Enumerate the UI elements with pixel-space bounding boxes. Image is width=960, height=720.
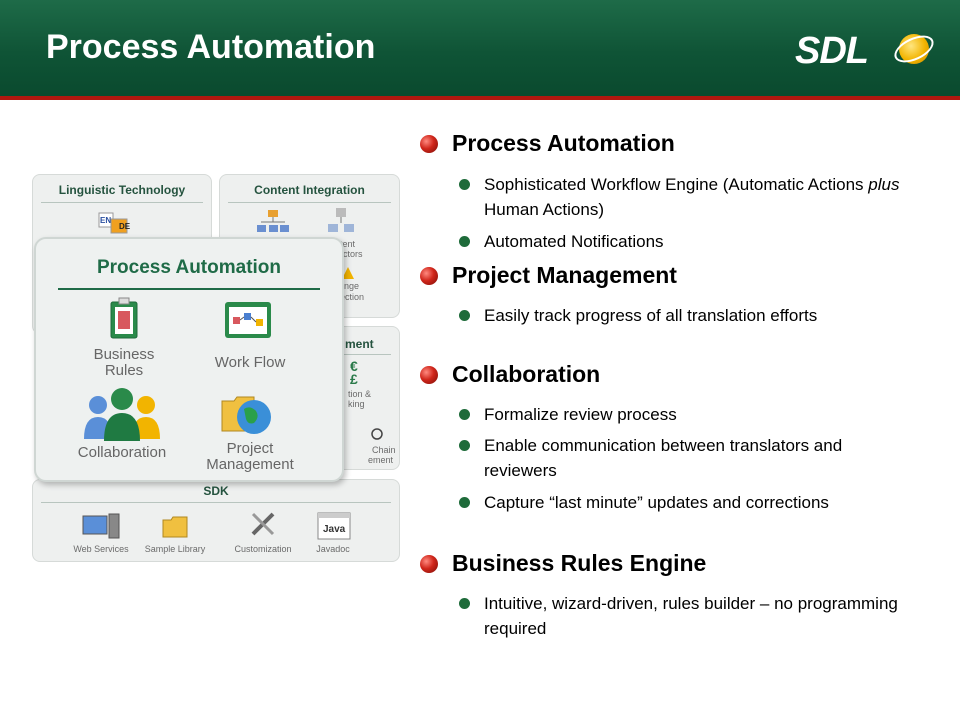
list-item: Sophisticated Workflow Engine (Automatic… — [459, 172, 914, 222]
sdk-panel: SDK Web Services Sample Library Customiz… — [32, 479, 400, 562]
green-bullet-icon — [459, 598, 470, 609]
sdk-item-label: Customization — [234, 544, 292, 554]
list-item: Formalize review process — [459, 402, 914, 427]
chain-label-1: Chain — [372, 445, 396, 455]
green-bullet-icon — [459, 236, 470, 247]
list-item-text: Easily track progress of all translation… — [484, 306, 818, 325]
sdk-item-label: Javadoc — [316, 544, 350, 554]
management-label-2: king — [348, 399, 365, 409]
work-flow-label: Work Flow — [214, 354, 286, 371]
pound-symbol: £ — [350, 371, 358, 387]
web-services-icon — [82, 513, 120, 539]
panel-title: SDK — [203, 484, 229, 498]
section-heading: Process Automation — [420, 130, 675, 157]
list-item-text: Automated Notifications — [484, 232, 664, 251]
collaboration-people-icon — [84, 388, 160, 441]
section-heading: Business Rules Engine — [420, 550, 706, 577]
section-title: Collaboration — [452, 361, 601, 387]
sdl-logo: SDL — [795, 30, 938, 72]
javadoc-icon: Java — [317, 512, 351, 540]
red-bullet-icon — [420, 266, 438, 285]
panel-title: Content Integration — [254, 183, 365, 197]
tools-icon — [251, 512, 275, 536]
divider — [58, 288, 320, 290]
list-item: Easily track progress of all translation… — [459, 303, 914, 328]
panel-title: Linguistic Technology — [58, 183, 186, 197]
section-title: Project Management — [452, 262, 677, 288]
red-bullet-icon — [420, 365, 438, 384]
page-title: Process Automation — [46, 28, 376, 66]
green-bullet-icon — [459, 409, 470, 420]
header-bar: Process Automation SDL — [0, 0, 960, 100]
list-item-text: Capture “last minute” updates and correc… — [484, 493, 829, 512]
divider — [228, 202, 391, 203]
chain-label-2: ement — [368, 455, 394, 465]
green-bullet-icon — [459, 179, 470, 190]
clipboard-icon — [110, 297, 138, 339]
collaboration-label: Collaboration — [77, 444, 167, 461]
list-item-text-start: Sophisticated Workflow Engine (Automatic… — [484, 175, 869, 194]
sdk-item-label: Sample Library — [144, 544, 206, 554]
list-item: Intuitive, wizard-driven, rules builder … — [459, 591, 914, 641]
process-automation-card: Process Automation Business Rules Work F… — [34, 237, 344, 482]
workflow-icon — [225, 302, 271, 338]
panel-title: ment — [345, 337, 374, 351]
red-bullet-icon — [420, 554, 438, 573]
chain-icon — [371, 428, 383, 440]
list-item-text: Enable communication between translators… — [484, 436, 843, 480]
sdk-item-label: Web Services — [73, 544, 129, 554]
list-item: Capture “last minute” updates and correc… — [459, 490, 914, 515]
list-item-emphasis: plus — [868, 175, 900, 194]
java-label: Java — [323, 524, 346, 535]
section-heading: Project Management — [420, 262, 677, 289]
folder-icon — [162, 516, 188, 538]
section-title: Process Automation — [452, 130, 675, 156]
en-flag-label: EN — [100, 216, 111, 225]
divider — [41, 202, 203, 203]
management-label-1: tion & — [348, 389, 372, 399]
architecture-diagram: Linguistic Technology EN DE Content Inte… — [32, 174, 400, 562]
de-flag-label: DE — [119, 222, 131, 231]
connector-icon — [328, 208, 354, 232]
green-bullet-icon — [459, 497, 470, 508]
green-bullet-icon — [459, 440, 470, 451]
list-item-text: Formalize review process — [484, 405, 677, 424]
project-management-label: Project Management — [206, 440, 294, 473]
section-title: Business Rules Engine — [452, 550, 707, 576]
business-rules-label: Business Rules — [93, 346, 155, 379]
list-item: Automated Notifications — [459, 229, 914, 254]
list-item: Enable communication between translators… — [459, 433, 914, 483]
green-bullet-icon — [459, 310, 470, 321]
project-management-globe-icon — [221, 396, 271, 434]
logo-text: SDL — [795, 30, 869, 72]
card-title: Process Automation — [96, 257, 282, 278]
red-bullet-icon — [420, 134, 438, 153]
language-flags-icon: EN DE — [98, 212, 131, 234]
list-item-text-end: Human Actions) — [484, 200, 604, 219]
divider — [41, 502, 391, 503]
list-item-text: Intuitive, wizard-driven, rules builder … — [484, 594, 898, 638]
hierarchy-icon — [257, 210, 289, 232]
exchange-label-1: nge — [344, 281, 360, 291]
section-heading: Collaboration — [420, 361, 600, 388]
